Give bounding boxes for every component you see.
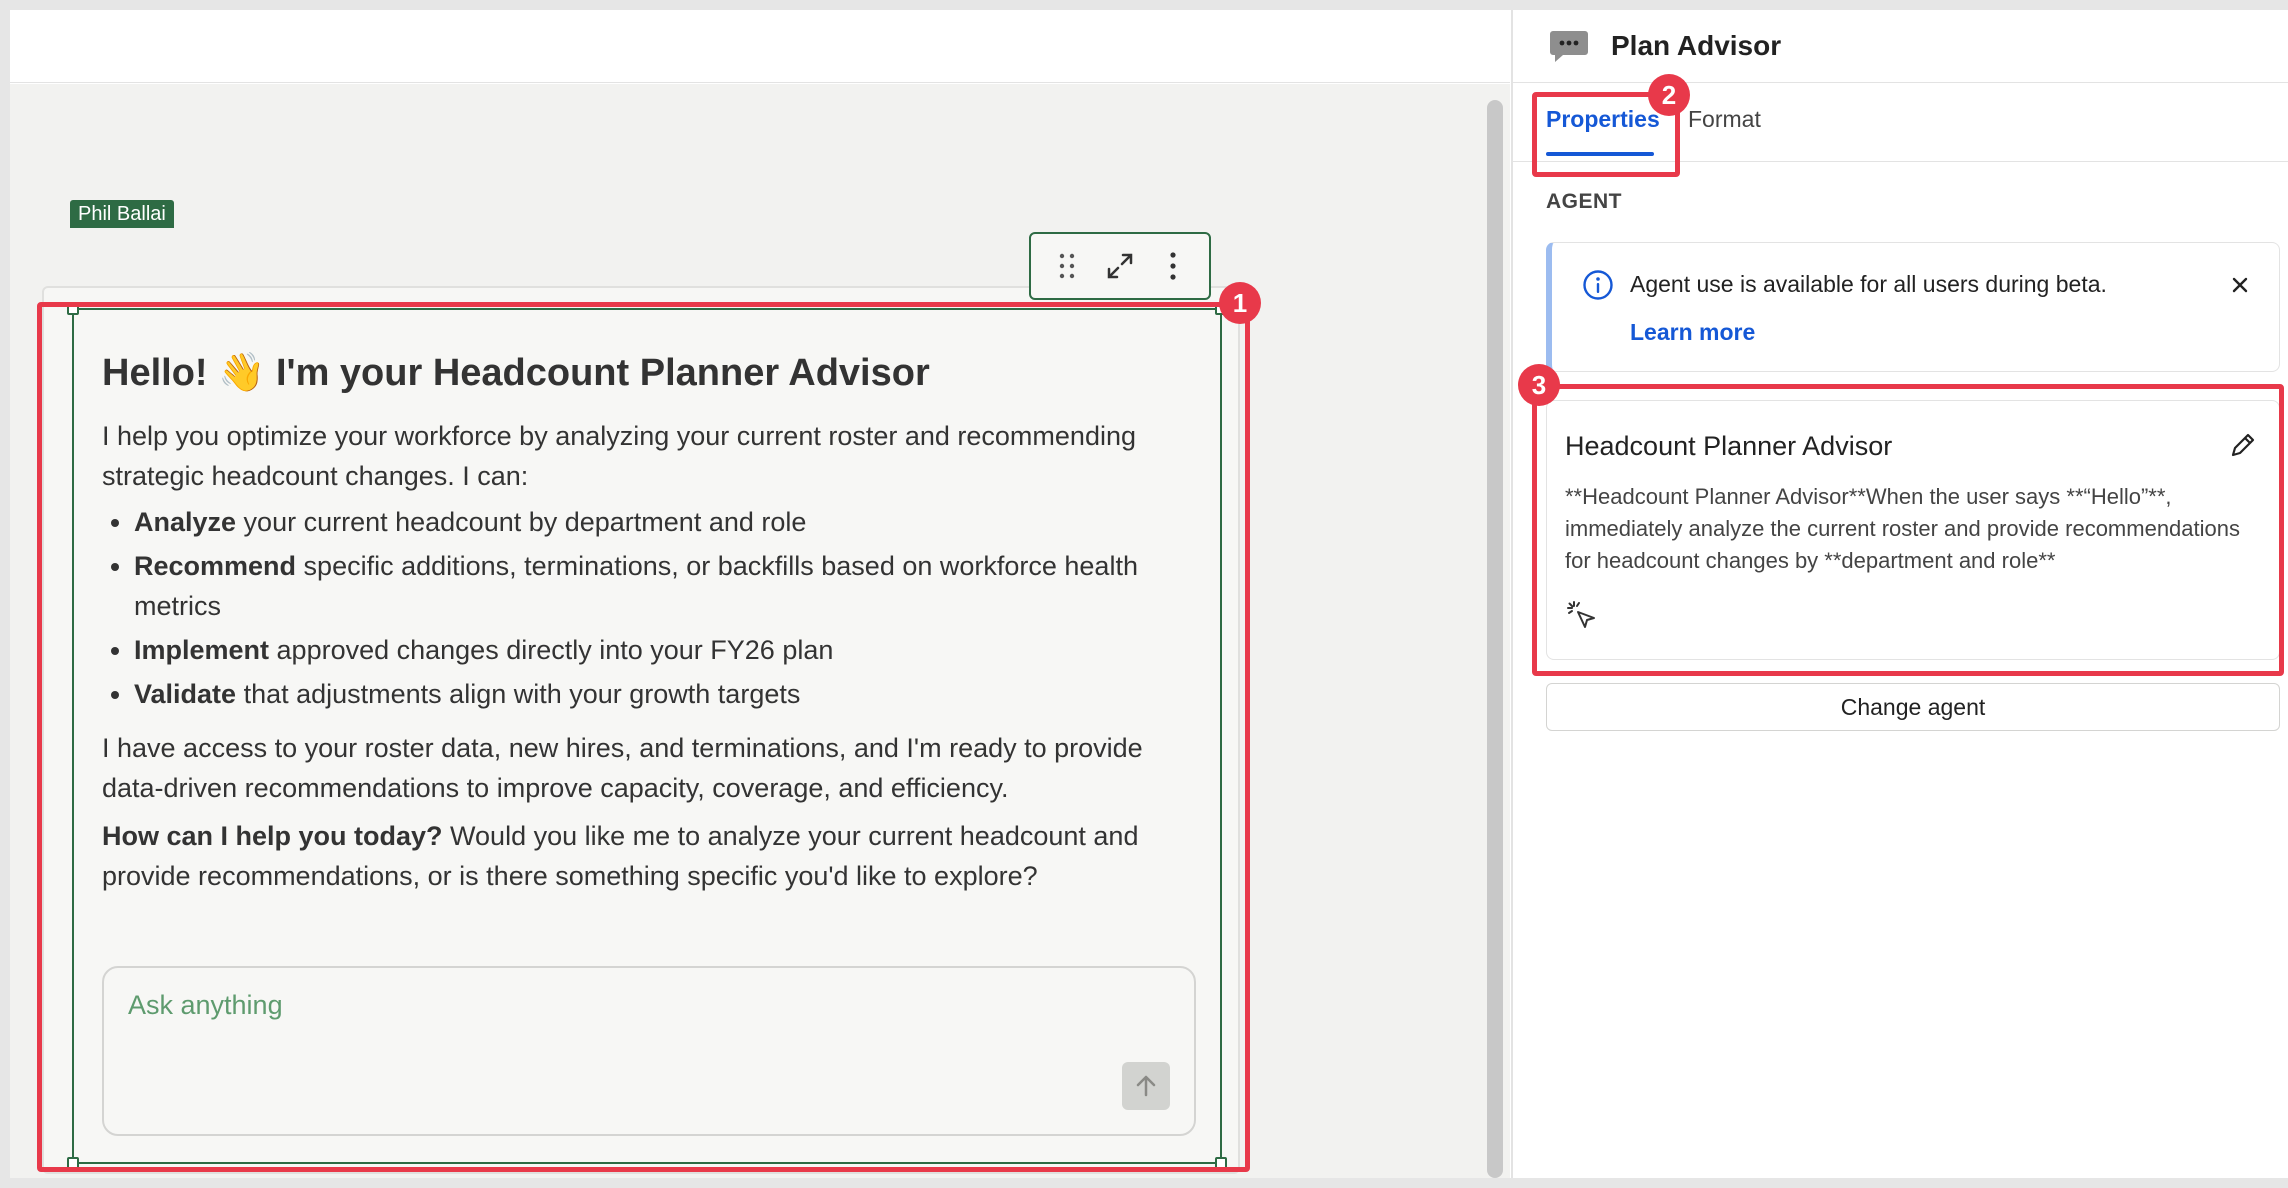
- panel-title: Plan Advisor: [1611, 30, 1782, 61]
- capability-item: Analyze your current headcount by depart…: [134, 502, 1192, 542]
- canvas-top-bar: [10, 10, 1510, 83]
- pencil-icon[interactable]: [2227, 429, 2259, 461]
- cursor-click-icon: [1567, 601, 1595, 628]
- agent-description: **Headcount Planner Advisor**When the us…: [1565, 484, 2240, 573]
- advisor-chat-widget[interactable]: Hello! 👋 I'm your Headcount Planner Advi…: [67, 303, 1227, 1169]
- resize-handle-bottom-right[interactable]: [1215, 1157, 1227, 1169]
- banner-text: Agent use is available for all users dur…: [1630, 271, 2107, 297]
- widget-owner-tag: Phil Ballai: [70, 200, 174, 228]
- capability-item: Implement approved changes directly into…: [134, 630, 1192, 670]
- capabilities-list: Analyze your current headcount by depart…: [102, 502, 1192, 714]
- agent-name: Headcount Planner Advisor: [1565, 431, 1893, 461]
- panel-tabs: Properties Format: [1513, 84, 2288, 162]
- learn-more-link[interactable]: Learn more: [1630, 319, 1755, 346]
- panel-header: Plan Advisor: [1513, 10, 2288, 83]
- active-tab-indicator: [1546, 152, 1654, 156]
- properties-panel: Plan Advisor Properties Format AGENT Age…: [1511, 10, 2288, 1178]
- callout-badge-3: 3: [1518, 364, 1560, 406]
- resize-handle-bottom-left[interactable]: [67, 1157, 79, 1169]
- tab-properties[interactable]: Properties: [1546, 106, 1660, 156]
- close-icon[interactable]: [2231, 269, 2249, 301]
- widget-toolbar: [1029, 232, 1211, 300]
- chat-bubble-icon: [1550, 31, 1588, 62]
- info-icon: [1583, 270, 1613, 300]
- drag-handle-icon[interactable]: [1047, 246, 1087, 286]
- capability-item: Validate that adjustments align with you…: [134, 674, 1192, 714]
- agent-card[interactable]: Headcount Planner Advisor **Headcount Pl…: [1546, 400, 2280, 660]
- arrow-up-icon: [1136, 1075, 1156, 1097]
- callout-badge-2: 2: [1648, 74, 1690, 116]
- info-banner: Agent use is available for all users dur…: [1546, 242, 2280, 372]
- more-options-icon[interactable]: [1153, 246, 1193, 286]
- capability-item: Recommend specific additions, terminatio…: [134, 546, 1192, 626]
- tab-format[interactable]: Format: [1688, 106, 1761, 146]
- chat-message: Hello! 👋 I'm your Headcount Planner Advi…: [102, 346, 1192, 896]
- callout-badge-1: 1: [1219, 282, 1261, 324]
- send-button[interactable]: [1122, 1062, 1170, 1110]
- ask-box: [102, 966, 1196, 1136]
- canvas-scrollbar[interactable]: [1487, 100, 1503, 1178]
- resize-handle-top-left[interactable]: [67, 303, 79, 315]
- ask-input[interactable]: [128, 990, 1028, 1021]
- change-agent-button[interactable]: Change agent: [1546, 683, 2280, 731]
- question-text: How can I help you today? Would you like…: [102, 821, 1139, 891]
- access-text: I have access to your roster data, new h…: [102, 733, 1143, 803]
- greeting-title: Hello! 👋 I'm your Headcount Planner Advi…: [102, 352, 930, 394]
- app-window: Phil Ballai Hello! 👋 I'm your Headcount …: [10, 10, 2288, 1178]
- intro-text: I help you optimize your workforce by an…: [102, 421, 1136, 491]
- agent-section-label: AGENT: [1546, 190, 1622, 213]
- expand-icon[interactable]: [1100, 246, 1140, 286]
